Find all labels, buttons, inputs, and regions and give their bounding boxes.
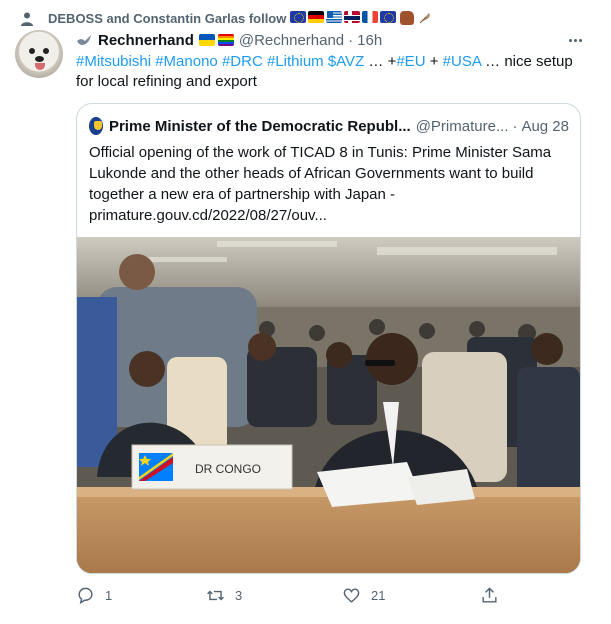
- social-context-flags: [290, 11, 432, 25]
- retweet-icon: [207, 590, 224, 600]
- social-context-text: DEBOSS and Constantin Garlas follow: [48, 10, 287, 26]
- avatar-nose: [35, 56, 44, 62]
- germany-flag-icon: [308, 11, 325, 23]
- quote-author-avatar: [89, 117, 103, 135]
- social-context[interactable]: DEBOSS and Constantin Garlas follow: [21, 8, 432, 28]
- avatar-eye: [43, 48, 49, 54]
- eu-flag-icon: [380, 11, 397, 23]
- hashtag-link[interactable]: #USA: [443, 53, 481, 70]
- quote-author-handle: @Primature...: [415, 117, 509, 135]
- ukraine-flag-icon: [198, 34, 215, 46]
- avatar-tongue: [35, 63, 45, 70]
- quote-header: Prime Minister of the Democratic Republ.…: [89, 116, 569, 136]
- tweet-text: #Mitsubishi #Manono #DRC #Lithium $AVZ ……: [76, 52, 586, 92]
- conference-photo: DR CONGO: [77, 237, 580, 573]
- hashtag-link[interactable]: $AVZ: [328, 53, 364, 70]
- nameplate-text: DR CONGO: [195, 462, 261, 476]
- france-flag-icon: [362, 11, 379, 23]
- like-count: 21: [371, 587, 386, 603]
- hashtag-link[interactable]: #DRC: [222, 53, 263, 70]
- separator-dot: ·: [348, 31, 354, 49]
- hashtag-link[interactable]: #Manono: [155, 53, 218, 70]
- hashtag-link[interactable]: #Mitsubishi: [76, 53, 151, 70]
- greece-flag-icon: [326, 11, 343, 23]
- share-button[interactable]: [480, 584, 509, 606]
- quoted-tweet[interactable]: Prime Minister of the Democratic Republ.…: [76, 103, 581, 574]
- tweet-header: Rechnerhand @Rechnerhand · 16h: [76, 30, 591, 50]
- more-options-icon[interactable]: [565, 30, 585, 50]
- person-icon: [21, 12, 33, 26]
- retweet-count: 3: [235, 587, 243, 603]
- quote-author-name: Prime Minister of the Democratic Republ.…: [108, 117, 411, 135]
- tweet-timestamp[interactable]: 16h: [357, 32, 382, 49]
- raised-fist-icon: [400, 11, 415, 25]
- tweet-actions: 1 3 21: [76, 584, 586, 606]
- norway-flag-icon: [344, 11, 361, 23]
- quote-timestamp: Aug 28: [521, 117, 569, 135]
- eu-flag-icon: [290, 11, 307, 23]
- avatar-eye: [29, 48, 35, 54]
- heart-icon: [343, 587, 360, 603]
- hashtag-link[interactable]: #EU: [396, 53, 425, 70]
- reply-count: 1: [105, 587, 113, 603]
- reply-button[interactable]: 1: [76, 584, 112, 606]
- retweet-button[interactable]: 3: [206, 584, 242, 606]
- tweet-text-segment: +: [425, 53, 443, 70]
- like-button[interactable]: 21: [342, 584, 385, 606]
- share-icon: [482, 586, 497, 603]
- reply-icon: [78, 587, 93, 604]
- dove-icon: [77, 35, 91, 45]
- tweet-text-segment: … +: [364, 53, 397, 70]
- author-handle[interactable]: @Rechnerhand: [239, 32, 344, 49]
- feather-icon: [420, 13, 431, 24]
- author-display-name[interactable]: Rechnerhand: [98, 32, 194, 49]
- hashtag-link[interactable]: #Lithium: [267, 53, 324, 70]
- author-avatar[interactable]: [15, 30, 63, 78]
- quote-text: Official opening of the work of TICAD 8 …: [89, 144, 552, 224]
- quote-photo[interactable]: DR CONGO: [77, 237, 580, 573]
- separator-dot: ·: [512, 117, 518, 135]
- rainbow-flag-icon: [217, 34, 234, 46]
